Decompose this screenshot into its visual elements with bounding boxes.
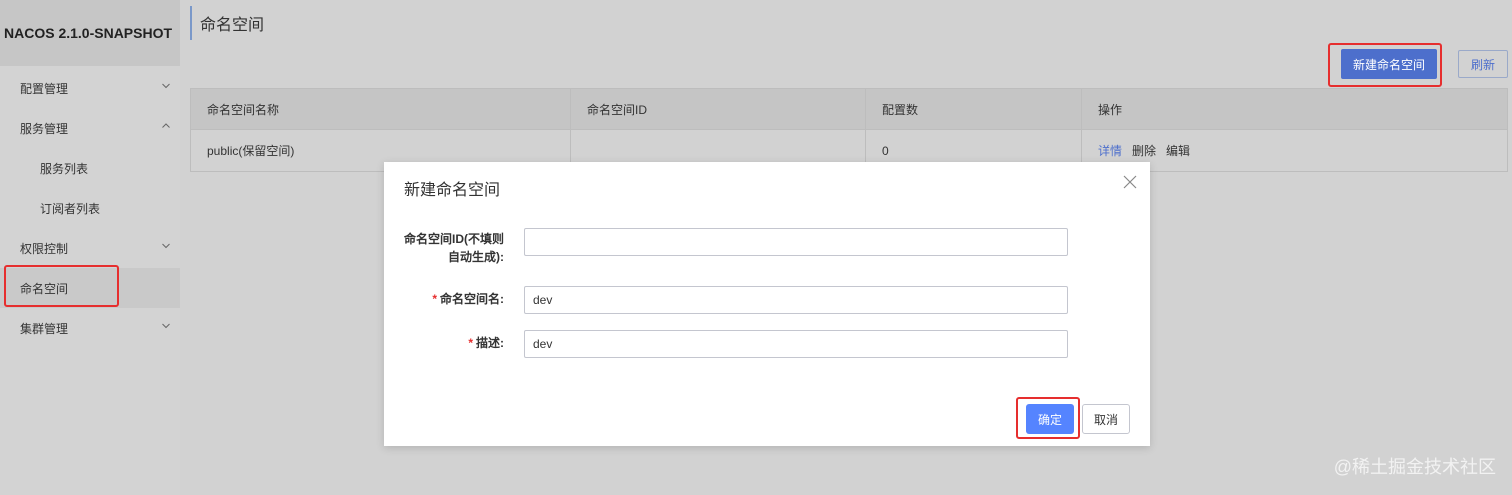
annotation-box-confirm bbox=[1016, 397, 1080, 439]
sidebar-item-label: 集群管理 bbox=[20, 321, 69, 336]
delete-link[interactable]: 删除 bbox=[1132, 142, 1156, 159]
detail-link[interactable]: 详情 bbox=[1098, 142, 1122, 159]
required-mark: * bbox=[432, 292, 437, 306]
page-title: 命名空间 bbox=[190, 6, 264, 40]
sidebar-item-label: 服务列表 bbox=[40, 161, 89, 176]
sidebar-item-label: 权限控制 bbox=[20, 241, 69, 256]
namespace-id-label-line2: 自动生成): bbox=[448, 250, 504, 264]
chevron-down-icon bbox=[162, 323, 170, 329]
column-header-id: 命名空间ID bbox=[571, 89, 866, 129]
sidebar-item-label: 配置管理 bbox=[20, 81, 69, 96]
close-icon[interactable] bbox=[1122, 174, 1138, 190]
namespace-id-label-line1: 命名空间ID(不填则 bbox=[404, 232, 504, 246]
chevron-down-icon bbox=[162, 243, 170, 249]
app-title: NACOS 2.1.0-SNAPSHOT bbox=[0, 0, 180, 66]
chevron-down-icon bbox=[162, 83, 170, 89]
sidebar-item-label: 订阅者列表 bbox=[40, 201, 101, 216]
column-header-actions: 操作 bbox=[1098, 102, 1123, 117]
description-input[interactable] bbox=[524, 330, 1068, 358]
namespace-name-label-text: 命名空间名: bbox=[440, 292, 504, 306]
sidebar-item-cluster[interactable]: 集群管理 bbox=[0, 308, 180, 348]
namespace-id-label: 命名空间ID(不填则 自动生成): bbox=[404, 230, 504, 266]
namespace-name-input[interactable] bbox=[524, 286, 1068, 314]
sidebar-item-config[interactable]: 配置管理 bbox=[0, 68, 180, 108]
sidebar-item-service-list[interactable]: 服务列表 bbox=[0, 148, 180, 188]
dialog-title: 新建命名空间 bbox=[404, 182, 501, 199]
sidebar-item-permission[interactable]: 权限控制 bbox=[0, 228, 180, 268]
sidebar-item-subscriber-list[interactable]: 订阅者列表 bbox=[0, 188, 180, 228]
required-mark: * bbox=[468, 336, 473, 350]
cancel-button[interactable]: 取消 bbox=[1082, 404, 1130, 434]
table-header-row: 命名空间名称 命名空间ID 配置数 操作 bbox=[191, 89, 1507, 130]
chevron-up-icon bbox=[162, 123, 170, 128]
sidebar: NACOS 2.1.0-SNAPSHOT 配置管理 服务管理 服务列表 订阅者列… bbox=[0, 0, 180, 495]
sidebar-item-service[interactable]: 服务管理 bbox=[0, 108, 180, 148]
refresh-button[interactable]: 刷新 bbox=[1458, 50, 1508, 78]
description-label: * 描述: bbox=[468, 334, 504, 352]
namespace-name-label: * 命名空间名: bbox=[432, 290, 504, 308]
annotation-box-new-button bbox=[1328, 43, 1442, 87]
watermark: @稀土掘金技术社区 bbox=[1333, 457, 1496, 477]
edit-link[interactable]: 编辑 bbox=[1166, 142, 1190, 159]
namespace-id-input[interactable] bbox=[524, 228, 1068, 256]
sidebar-item-label: 服务管理 bbox=[20, 121, 69, 136]
namespace-table: 命名空间名称 命名空间ID 配置数 操作 public(保留空间) 0 详情 删… bbox=[190, 88, 1508, 172]
description-label-text: 描述: bbox=[476, 336, 504, 350]
column-header-name: 命名空间名称 bbox=[191, 89, 571, 129]
annotation-box-sidebar bbox=[4, 265, 119, 307]
column-header-count: 配置数 bbox=[866, 89, 1082, 129]
